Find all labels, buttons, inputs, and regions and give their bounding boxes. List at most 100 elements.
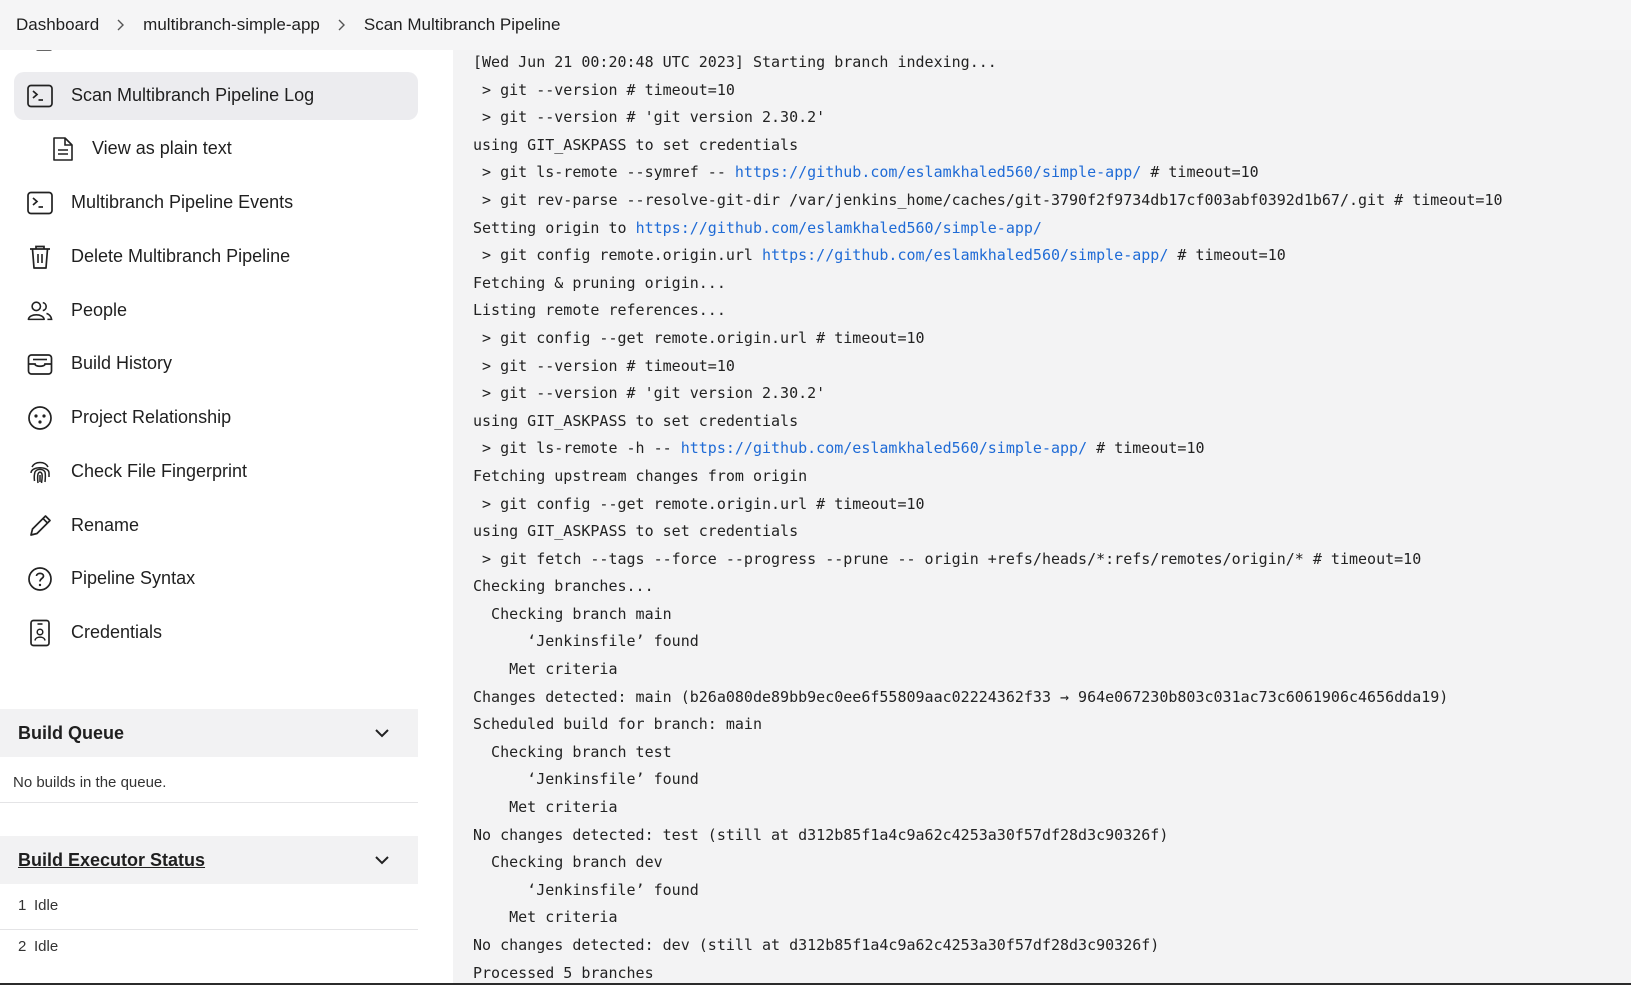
console-text: # timeout=10 [1141, 163, 1259, 182]
console-text: ‘Jenkinsfile’ found [473, 880, 699, 899]
console-line: Checking branches... [473, 573, 1503, 601]
sidebar-item-credentials[interactable]: Credentials [14, 609, 418, 657]
console-link[interactable]: https://github.com/eslamkhaled560/simple… [681, 439, 1087, 457]
chevron-right-icon [99, 19, 143, 31]
sidebar-item-scan-log[interactable]: Scan Multibranch Pipeline Log [14, 72, 418, 120]
breadcrumb-project[interactable]: multibranch-simple-app [143, 15, 320, 35]
terminal-icon [27, 83, 53, 109]
sidebar-item-people[interactable]: People [14, 287, 418, 335]
console-text: > git config --get remote.origin.url # t… [473, 328, 925, 347]
sidebar: Scan Multibranch Pipeline Log View as pl… [0, 46, 418, 985]
console-line: using GIT_ASKPASS to set credentials [473, 132, 1503, 160]
build-queue-empty: No builds in the queue. [13, 774, 167, 791]
console-text: Checking branch main [473, 604, 672, 623]
console-text: Checking branch test [473, 742, 672, 761]
console-text: ‘Jenkinsfile’ found [473, 632, 699, 651]
console-line: Checking branch dev [473, 849, 1503, 877]
executor-row[interactable]: 2 Idle [18, 938, 58, 955]
console-text: ‘Jenkinsfile’ found [473, 770, 699, 789]
help-icon [27, 566, 53, 592]
console-line: using GIT_ASKPASS to set credentials [473, 408, 1503, 436]
console-line: > git --version # timeout=10 [473, 353, 1503, 381]
sidebar-item-label: Project Relationship [71, 407, 232, 427]
console-output: [Wed Jun 21 00:20:48 UTC 2023] Starting … [453, 0, 1631, 985]
console-line: > git --version # timeout=10 [473, 77, 1503, 105]
console-lines: [Wed Jun 21 00:20:48 UTC 2023] Starting … [473, 49, 1503, 985]
console-line: > git ls-remote -h -- https://github.com… [473, 435, 1503, 463]
sidebar-item-pipeline-syntax[interactable]: Pipeline Syntax [14, 555, 418, 603]
console-text: Processed 5 branches [473, 963, 654, 982]
executor-status-link[interactable]: Build Executor Status [18, 850, 205, 871]
terminal-icon [27, 190, 53, 216]
console-text: Listing remote references... [473, 301, 726, 320]
console-line: > git config remote.origin.url https://g… [473, 242, 1503, 270]
console-text: > git --version # 'git version 2.30.2' [473, 108, 826, 127]
console-text: Changes detected: main (b26a080de89bb9ec… [473, 687, 1449, 706]
console-text: > git config --get remote.origin.url # t… [473, 494, 925, 513]
executor-row[interactable]: 1 Idle [18, 897, 58, 914]
relationship-icon [27, 405, 53, 431]
console-text: > git --version # timeout=10 [473, 356, 735, 375]
breadcrumb-dashboard[interactable]: Dashboard [16, 15, 99, 35]
sidebar-item-label: Build History [71, 353, 173, 373]
console-text: Met criteria [473, 798, 618, 817]
console-link[interactable]: https://github.com/eslamkhaled560/simple… [735, 163, 1141, 181]
sidebar-item-build-history[interactable]: Build History [14, 340, 418, 388]
breadcrumb-current[interactable]: Scan Multibranch Pipeline [364, 15, 561, 35]
chevron-down-icon[interactable] [372, 723, 392, 743]
console-line: > git fetch --tags --force --progress --… [473, 546, 1503, 574]
executor-number: 2 [18, 938, 27, 955]
sidebar-item-label: Rename [71, 515, 140, 535]
console-line: [Wed Jun 21 00:20:48 UTC 2023] Starting … [473, 49, 1503, 77]
sidebar-item-plain-text[interactable]: View as plain text [14, 125, 418, 173]
executor-status: Idle [34, 897, 59, 914]
sidebar-item-rename[interactable]: Rename [14, 502, 418, 550]
console-line: > git rev-parse --resolve-git-dir /var/j… [473, 187, 1503, 215]
console-text: No changes detected: test (still at d312… [473, 825, 1169, 844]
console-text: > git ls-remote --symref -- [473, 163, 735, 182]
console-line: ‘Jenkinsfile’ found [473, 877, 1503, 905]
trash-icon [27, 244, 53, 270]
console-line: Met criteria [473, 794, 1503, 822]
sidebar-item-label: People [71, 300, 128, 320]
people-icon [27, 298, 53, 324]
sidebar-item-project-relationship[interactable]: Project Relationship [14, 394, 418, 442]
divider [0, 929, 418, 930]
console-text: using GIT_ASKPASS to set credentials [473, 522, 799, 541]
sidebar-item-label: Pipeline Syntax [71, 568, 196, 588]
fingerprint-icon [27, 459, 53, 485]
console-line: > git ls-remote --symref -- https://gith… [473, 159, 1503, 187]
console-line: Scheduled build for branch: main [473, 711, 1503, 739]
console-text: > git rev-parse --resolve-git-dir /var/j… [473, 190, 1503, 209]
console-text: > git --version # timeout=10 [473, 80, 735, 99]
console-line: Fetching upstream changes from origin [473, 463, 1503, 491]
console-text: Met criteria [473, 908, 618, 927]
document-icon [50, 136, 76, 162]
console-text: Fetching upstream changes from origin [473, 466, 808, 485]
console-line: > git --version # 'git version 2.30.2' [473, 380, 1503, 408]
console-link[interactable]: https://github.com/eslamkhaled560/simple… [636, 219, 1042, 237]
console-text: > git fetch --tags --force --progress --… [473, 549, 1422, 568]
console-line: Checking branch main [473, 601, 1503, 629]
credentials-icon [27, 619, 53, 647]
sidebar-item-delete[interactable]: Delete Multibranch Pipeline [14, 233, 418, 281]
console-text: Scheduled build for branch: main [473, 715, 762, 734]
sidebar-item-label: Multibranch Pipeline Events [71, 192, 294, 212]
console-line: No changes detected: test (still at d312… [473, 822, 1503, 850]
executor-number: 1 [18, 897, 27, 914]
console-line: Listing remote references... [473, 297, 1503, 325]
chevron-down-icon[interactable] [372, 850, 392, 870]
console-link[interactable]: https://github.com/eslamkhaled560/simple… [762, 246, 1168, 264]
console-line: using GIT_ASKPASS to set credentials [473, 518, 1503, 546]
sidebar-item-label: Scan Multibranch Pipeline Log [71, 85, 315, 105]
console-text: Fetching & pruning origin... [473, 273, 726, 292]
sidebar-item-fingerprint[interactable]: Check File Fingerprint [14, 448, 418, 496]
chevron-right-icon [320, 19, 364, 31]
executor-status-header: Build Executor Status [0, 836, 418, 884]
console-line: ‘Jenkinsfile’ found [473, 766, 1503, 794]
console-text: Met criteria [473, 660, 618, 679]
sidebar-item-events[interactable]: Multibranch Pipeline Events [14, 179, 418, 227]
console-text: Checking branches... [473, 577, 654, 596]
console-line: Setting origin to https://github.com/esl… [473, 215, 1503, 243]
console-line: Met criteria [473, 904, 1503, 932]
